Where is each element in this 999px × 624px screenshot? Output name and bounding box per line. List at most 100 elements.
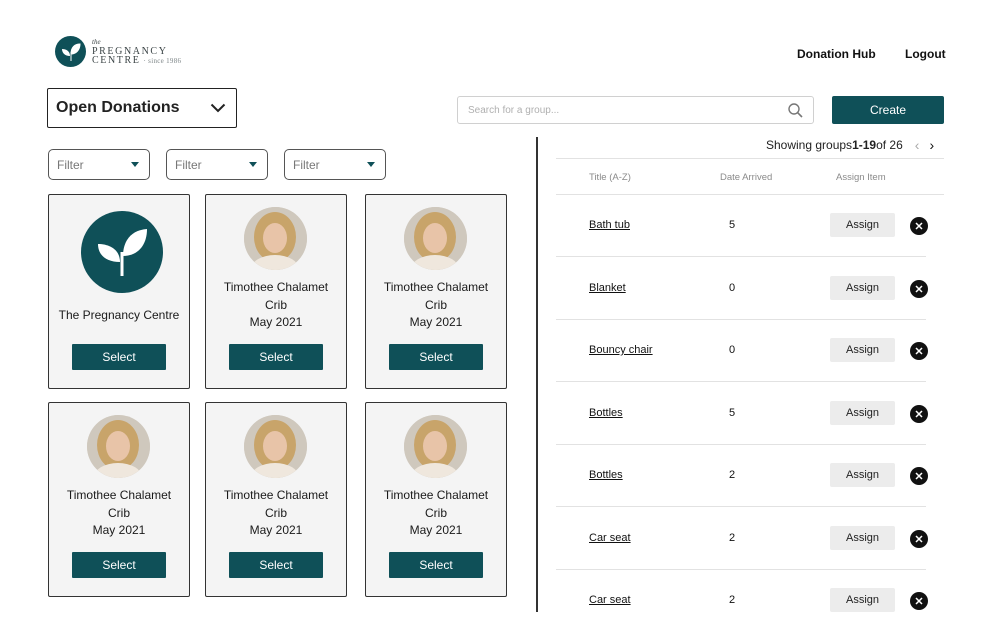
filter-label: Filter <box>57 157 84 172</box>
close-icon[interactable] <box>910 404 928 423</box>
card-date: May 2021 <box>249 523 303 537</box>
search-input[interactable] <box>468 104 788 116</box>
row-title-link[interactable]: Bottles <box>589 469 623 481</box>
assign-button[interactable]: Assign <box>830 275 895 300</box>
panel-divider <box>536 137 538 612</box>
pager-suffix: of 26 <box>876 138 903 152</box>
brand-since: · since 1986 <box>143 56 182 65</box>
card-person-name: Timothee Chalamet <box>66 488 172 502</box>
select-button[interactable]: Select <box>72 344 166 370</box>
assign-button[interactable]: Assign <box>830 463 895 487</box>
column-header-title[interactable]: Title (A-Z) <box>589 172 631 183</box>
table-row: Car seat 2 Assign <box>556 508 928 570</box>
table-row: Bouncy chair 0 Assign <box>556 320 928 382</box>
avatar <box>404 207 467 270</box>
card-date: May 2021 <box>92 523 146 537</box>
donation-status-value: Open Donations <box>56 99 180 116</box>
column-header-assign: Assign Item <box>836 172 886 183</box>
nav-donation-hub[interactable]: Donation Hub <box>797 47 876 61</box>
table-row: Bath tub 5 Assign <box>556 195 928 257</box>
card-person-name: Timothee Chalamet <box>223 280 329 294</box>
select-button[interactable]: Select <box>229 344 323 370</box>
filter-select-3[interactable]: Filter <box>284 149 386 180</box>
card-person-name: Timothee Chalamet <box>223 488 329 502</box>
row-date-arrived: 0 <box>729 344 736 356</box>
card-date: May 2021 <box>409 315 463 329</box>
row-title-link[interactable]: Car seat <box>589 594 631 606</box>
caret-down-icon <box>131 162 139 167</box>
group-card: Timothee Chalamet Crib May 2021 Select <box>205 194 347 389</box>
card-item: Crib <box>424 505 447 520</box>
row-date-arrived: 5 <box>729 406 736 419</box>
filter-label: Filter <box>293 157 320 172</box>
group-card: Timothee Chalamet Crib May 2021 Select <box>48 402 190 597</box>
filter-select-2[interactable]: Filter <box>166 149 268 180</box>
chevron-left-icon[interactable]: ‹ <box>915 138 920 152</box>
create-button[interactable]: Create <box>832 96 944 124</box>
assign-button[interactable]: Assign <box>830 338 895 362</box>
row-title-link[interactable]: Bath tub <box>589 219 630 231</box>
brand-logo[interactable]: the PREGNANCY CENTRE · since 1986 <box>55 36 181 67</box>
table-row: Bottles 5 Assign <box>556 383 928 445</box>
select-button[interactable]: Select <box>72 552 166 578</box>
card-item: Crib <box>107 505 130 520</box>
close-icon[interactable] <box>910 279 928 298</box>
row-date-arrived: 2 <box>729 594 736 606</box>
search-icon[interactable] <box>788 102 803 118</box>
table-row: Bottles 2 Assign <box>556 445 928 507</box>
card-date: May 2021 <box>409 523 463 537</box>
assign-button[interactable]: Assign <box>830 213 895 237</box>
nav-logout[interactable]: Logout <box>905 47 946 61</box>
chevron-down-icon <box>210 103 226 113</box>
close-icon[interactable] <box>910 592 928 610</box>
close-icon[interactable] <box>910 467 928 485</box>
pagination: Showing groups 1-19 of 26 ‹ › <box>766 138 934 152</box>
select-button[interactable]: Select <box>389 552 483 578</box>
row-title-link[interactable]: Bouncy chair <box>589 344 653 356</box>
group-card: Timothee Chalamet Crib May 2021 Select <box>365 402 507 597</box>
caret-down-icon <box>249 162 257 167</box>
donation-status-select[interactable]: Open Donations <box>47 88 237 128</box>
chevron-right-icon[interactable]: › <box>929 138 934 152</box>
filter-select-1[interactable]: Filter <box>48 149 150 180</box>
filter-label: Filter <box>175 157 202 172</box>
leaf-icon <box>81 211 163 293</box>
avatar <box>244 415 307 478</box>
row-title-link[interactable]: Bottles <box>589 407 623 419</box>
card-person-name: Timothee Chalamet <box>383 280 489 294</box>
row-date-arrived: 5 <box>729 219 736 231</box>
leaf-icon <box>55 36 86 67</box>
brand-name-2: CENTRE <box>92 54 141 66</box>
select-button[interactable]: Select <box>229 552 323 578</box>
assign-button[interactable]: Assign <box>830 525 895 550</box>
close-icon[interactable] <box>910 217 928 235</box>
card-item: Crib <box>264 505 287 520</box>
table-row: Car seat 2 Assign <box>556 570 928 624</box>
group-card: Timothee Chalamet Crib May 2021 Select <box>365 194 507 389</box>
assign-button[interactable]: Assign <box>830 588 895 612</box>
group-search[interactable] <box>457 96 814 124</box>
row-date-arrived: 2 <box>729 531 736 544</box>
table-row: Blanket 0 Assign <box>556 258 928 320</box>
close-icon[interactable] <box>910 342 928 360</box>
card-item: Crib <box>424 297 447 312</box>
row-title-link[interactable]: Car seat <box>589 532 631 544</box>
card-person-name: Timothee Chalamet <box>383 488 489 502</box>
card-date: May 2021 <box>249 315 303 329</box>
pager-prefix: Showing groups <box>766 138 853 152</box>
brand-wordmark: the PREGNANCY CENTRE · since 1986 <box>92 38 181 66</box>
card-org-name: The Pregnancy Centre <box>58 308 180 322</box>
avatar <box>404 415 467 478</box>
assign-button[interactable]: Assign <box>830 400 895 425</box>
pager-range: 1-19 <box>852 138 877 152</box>
caret-down-icon <box>367 162 375 167</box>
card-item: Crib <box>264 297 287 312</box>
avatar <box>87 415 150 478</box>
select-button[interactable]: Select <box>389 344 483 370</box>
table-header: Title (A-Z) Date Arrived Assign Item <box>556 158 944 195</box>
row-title-link[interactable]: Blanket <box>589 282 626 294</box>
close-icon[interactable] <box>910 529 928 548</box>
avatar <box>244 207 307 270</box>
row-date-arrived: 0 <box>729 281 736 294</box>
column-header-date[interactable]: Date Arrived <box>720 172 772 183</box>
